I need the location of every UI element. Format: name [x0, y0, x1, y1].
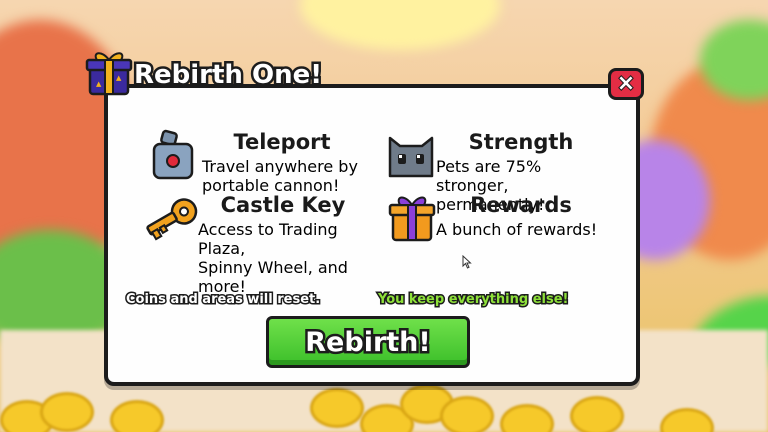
- svg-text:▲: ▲: [96, 80, 102, 88]
- teleport-device-icon: [152, 129, 194, 180]
- reset-warning: Coins and areas will reset.: [124, 291, 321, 309]
- gift-box-icon: [388, 196, 436, 242]
- close-icon: ×: [616, 71, 636, 96]
- perk-description-line: A bunch of rewards!: [436, 220, 598, 239]
- cat-pet-icon: [388, 136, 434, 178]
- coin-icon: [40, 392, 94, 432]
- coin-icon: [310, 388, 364, 428]
- perk-description-line: Spinny Wheel, and more!: [198, 258, 348, 296]
- perk-description-line: Pets are 75% stronger,: [436, 157, 542, 195]
- perk-description: Travel anywhere by portable cannon!: [202, 157, 362, 195]
- perk-description: Access to Trading Plaza, Spinny Wheel, a…: [198, 220, 368, 296]
- perk-description-line: Travel anywhere by: [202, 157, 358, 176]
- bg-light: [300, 0, 500, 50]
- rebirth-button[interactable]: Rebirth!: [266, 316, 470, 368]
- svg-text:▲: ▲: [116, 74, 122, 82]
- perk-title: Rewards: [470, 193, 572, 217]
- perk-description-line: Access to Trading Plaza,: [198, 220, 338, 258]
- mouse-cursor-icon: [462, 255, 472, 269]
- key-icon: [146, 198, 198, 241]
- keep-note: You keep everything else!: [376, 291, 569, 309]
- perk-description: A bunch of rewards!: [436, 220, 606, 239]
- rebirth-button-label: Rebirth!: [303, 324, 433, 360]
- dialog-title: Rebirth One!: [131, 58, 324, 93]
- close-button[interactable]: ×: [608, 68, 644, 100]
- perk-title: Strength: [468, 130, 574, 154]
- coin-icon: [570, 396, 624, 432]
- gift-box-icon: ▲ ▲: [85, 52, 133, 96]
- coin-icon: [440, 396, 494, 432]
- perk-title: Castle Key: [220, 193, 346, 217]
- coin-icon: [110, 400, 164, 432]
- perk-title: Teleport: [233, 130, 331, 154]
